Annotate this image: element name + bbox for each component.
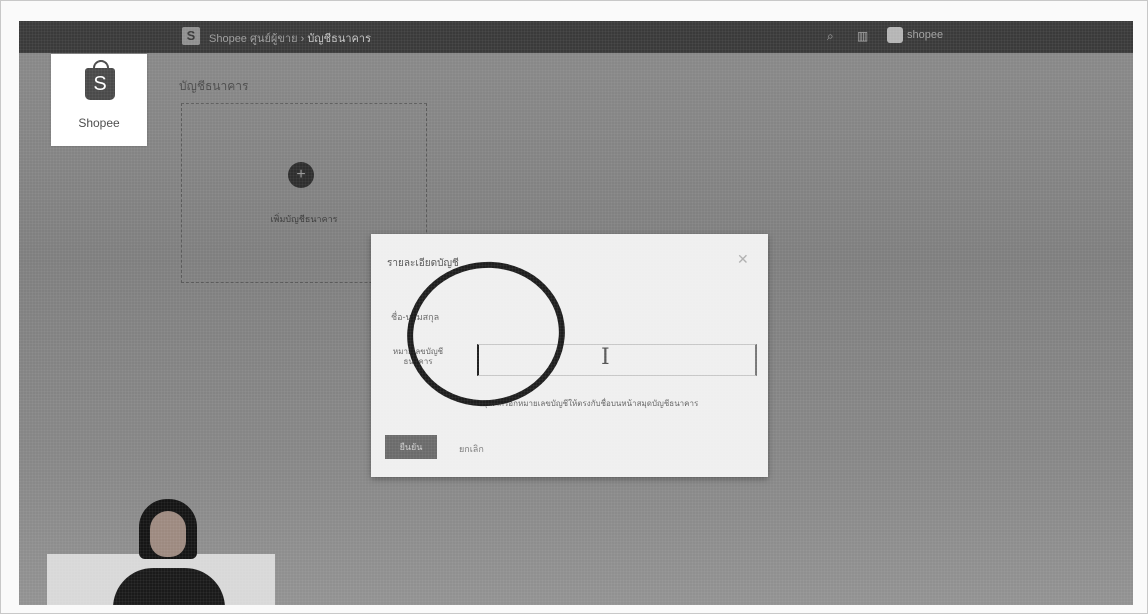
- account-name-label: ชื่อ-นามสกุล: [391, 312, 440, 322]
- screen-recording: S Shopee ศูนย์ผู้ขาย › บัญชีธนาคาร ⌕ ▥ s…: [19, 21, 1133, 605]
- close-icon[interactable]: ✕: [737, 252, 749, 266]
- shopping-bag-icon: S: [85, 60, 115, 100]
- presenter-webcam: [47, 554, 275, 605]
- shopee-small-logo[interactable]: S: [182, 27, 200, 45]
- top-navigation-bar: S Shopee ศูนย์ผู้ขาย › บัญชีธนาคาร ⌕ ▥ s…: [19, 21, 1133, 53]
- user-name[interactable]: shopee: [907, 29, 943, 41]
- brand-name: Shopee: [78, 116, 120, 130]
- plus-icon[interactable]: +: [288, 162, 314, 188]
- text-cursor-icon: I: [601, 345, 610, 370]
- page-title: บัญชีธนาคาร: [179, 79, 249, 93]
- search-icon[interactable]: ⌕: [827, 29, 839, 43]
- dialog-title: รายละเอียดบัญชี: [387, 258, 459, 269]
- breadcrumb-current: บัญชีธนาคาร: [307, 33, 371, 45]
- account-number-input[interactable]: [477, 344, 757, 376]
- user-icon[interactable]: [887, 27, 903, 43]
- cancel-button[interactable]: ยกเลิก: [459, 442, 484, 456]
- bank-account-dialog: รายละเอียดบัญชี ✕ ชื่อ-นามสกุล หมายเลขบั…: [371, 234, 768, 477]
- account-number-note: *กรุณากรอกหมายเลขบัญชีให้ตรงกับชื่อบนหน้…: [475, 399, 699, 408]
- add-bank-account-label[interactable]: เพิ่มบัญชีธนาคาร: [182, 212, 426, 226]
- breadcrumb-root[interactable]: Shopee ศูนย์ผู้ขาย: [209, 33, 298, 45]
- screenshot-frame: S Shopee ศูนย์ผู้ขาย › บัญชีธนาคาร ⌕ ▥ s…: [0, 0, 1148, 614]
- grid-icon[interactable]: ▥: [857, 29, 869, 43]
- shopee-logo: S Shopee: [51, 54, 147, 146]
- confirm-button[interactable]: ยืนยัน: [385, 435, 437, 459]
- account-number-label: หมายเลขบัญชีธนาคาร: [392, 347, 444, 366]
- presenter-shoulders: [113, 568, 225, 605]
- breadcrumb: Shopee ศูนย์ผู้ขาย › บัญชีธนาคาร: [209, 29, 371, 47]
- presenter-face: [150, 511, 186, 557]
